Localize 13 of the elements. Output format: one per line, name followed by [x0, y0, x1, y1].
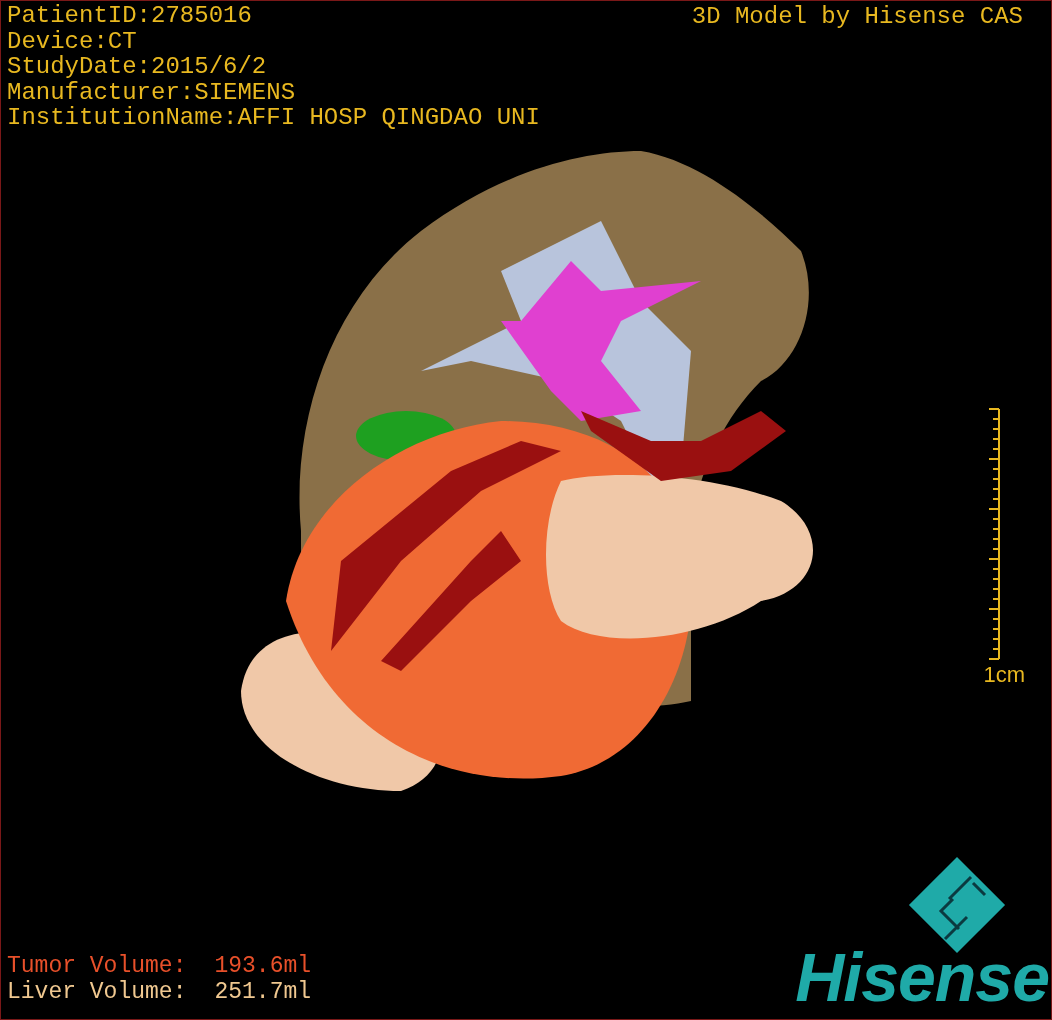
study-info-text: InstitutionName:AFFI HOSP QINGDAO UNI [7, 105, 540, 131]
scale-label: 1cm [983, 663, 1025, 687]
scale-ruler-icon [989, 407, 1001, 661]
volume-label: Tumor Volume: [7, 953, 187, 979]
volume-value: 251.7ml [214, 979, 312, 1005]
volume-value: 193.6ml [214, 953, 312, 979]
model-credit-text: 3D Model by Hisense CAS [691, 3, 1023, 31]
study-info-text: Manufacturer:SIEMENS [7, 79, 297, 105]
study-info-text: StudyDate:2015/6/2 [7, 54, 268, 80]
study-info-text: PatientID:2785016 [7, 3, 253, 29]
volume-label: Liver Volume: [7, 979, 187, 1005]
brand-logo-text: Hisense [795, 941, 1049, 1013]
study-info-text: Device:CT [7, 28, 138, 54]
